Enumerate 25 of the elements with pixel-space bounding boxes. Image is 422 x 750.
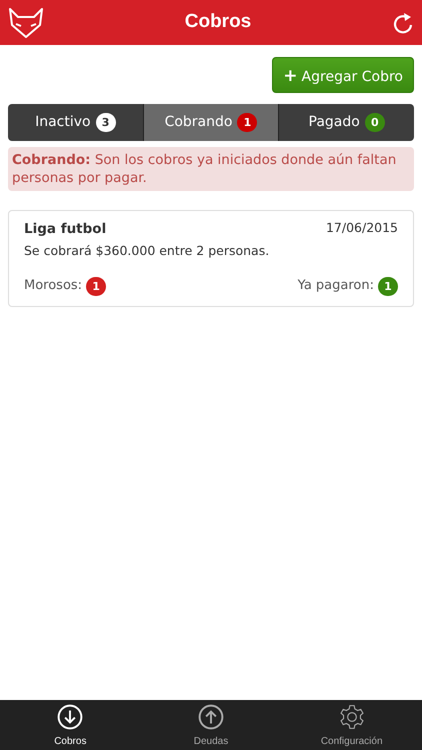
settings-icon [338, 704, 365, 730]
filter-tab[interactable]: Pagado 0 [279, 104, 414, 141]
count-badge: 0 [364, 113, 385, 132]
charge-title: Liga futbol [24, 220, 106, 240]
upload-icon [198, 704, 224, 730]
info-text: Cobrando: Son los cobros ya iniciados donde aún faltan personas por pagar. [8, 147, 414, 192]
add-button[interactable]: + Agregar Cobro [272, 57, 414, 93]
charge-card[interactable]: Liga futbol 17/06/2015 Se cobrará $360.000 entre 2 personas. Morosos: 1 Ya pagaron: 1 [8, 210, 414, 307]
tab-bar-item[interactable]: Deudas [140, 700, 282, 750]
charge-description: Se cobrará $360.000 entre 2 personas. [24, 242, 270, 260]
fox-logo-icon [8, 6, 44, 38]
count-badge: 1 [237, 113, 258, 132]
download-icon [57, 704, 84, 730]
refresh-icon[interactable] [392, 10, 414, 34]
count-badge: 3 [96, 113, 116, 132]
filter-tab[interactable]: Cobrando 1 [144, 104, 280, 141]
count-badge: 1 [86, 276, 106, 296]
tab-bar-item[interactable]: Configuración [281, 700, 422, 750]
tab-bar-item[interactable]: Cobros [0, 700, 141, 750]
charge-date: 17/06/2015 [326, 219, 398, 238]
screen-title: Cobros [184, 10, 252, 34]
count-badge: 1 [378, 276, 398, 296]
stat-label: Morosos: [24, 277, 82, 296]
stat-label: Ya pagaron: [298, 277, 374, 296]
filter-tab[interactable]: Inactivo 3 [8, 104, 144, 141]
